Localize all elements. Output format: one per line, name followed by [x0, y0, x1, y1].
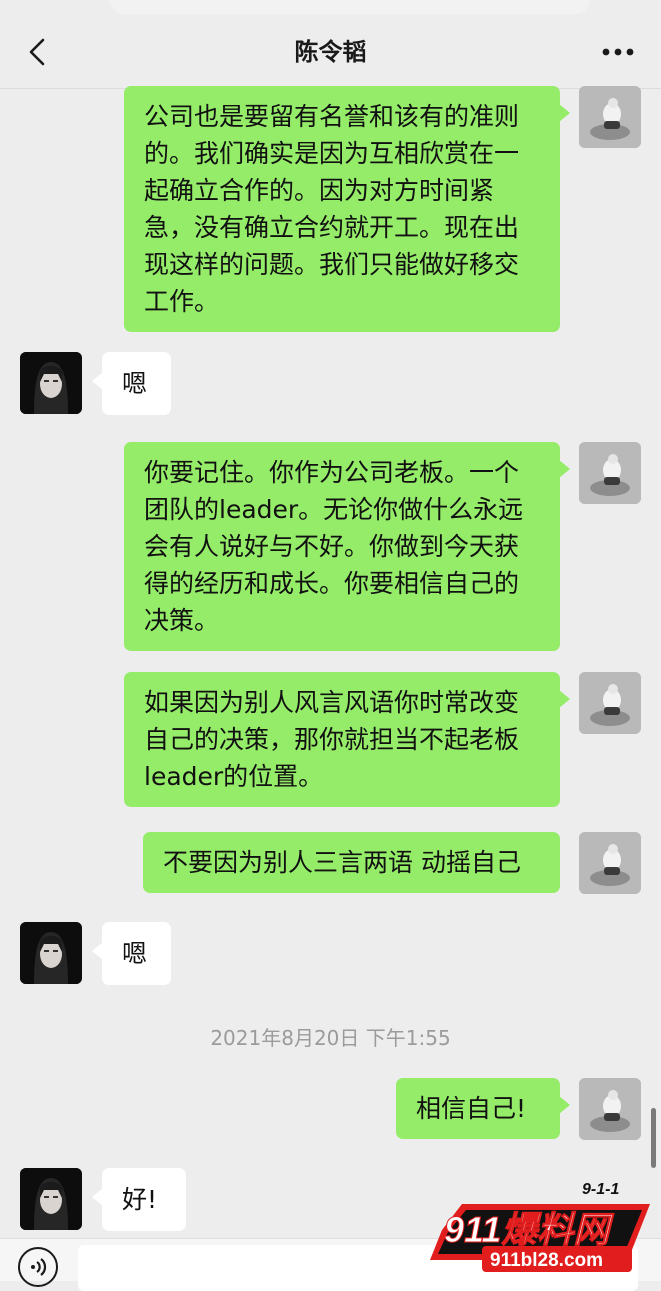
- more-dots-icon: [602, 48, 634, 56]
- my-avatar[interactable]: [579, 442, 641, 504]
- message-timestamp: 2021年8月20日 下午1:55: [210, 1026, 451, 1050]
- message-bubble-sent[interactable]: 不要因为别人三言两语 动摇自己: [143, 832, 560, 893]
- more-button[interactable]: [601, 40, 635, 64]
- my-avatar[interactable]: [579, 1078, 641, 1140]
- voice-button[interactable]: [18, 1247, 58, 1287]
- my-avatar[interactable]: [579, 832, 641, 894]
- my-avatar[interactable]: [579, 672, 641, 734]
- watermark-brand: 911爆料网: [444, 1209, 614, 1250]
- message-bubble-received[interactable]: 好!: [92, 1168, 186, 1231]
- my-avatar[interactable]: [579, 86, 641, 148]
- chat-header: 陈令韬: [0, 16, 661, 89]
- message-bubble-sent[interactable]: 你要记住。你作为公司老板。一个 团队的leader。无论你做什么永远 会有人说好…: [124, 442, 570, 651]
- watermark-url: 911bl28.com: [490, 1250, 603, 1271]
- watermark-logo: 911爆料网 911bl28.com 9-1-1: [430, 1181, 650, 1272]
- message-bubble-sent[interactable]: 相信自己!: [396, 1078, 570, 1139]
- contact-avatar[interactable]: [20, 352, 82, 414]
- contact-avatar[interactable]: [20, 922, 82, 984]
- message-bubble-received[interactable]: 嗯: [92, 352, 171, 415]
- chat-title: 陈令韬: [294, 38, 367, 66]
- message-bubble-received[interactable]: 嗯: [92, 922, 171, 985]
- watermark-badge: 9-1-1: [582, 1181, 619, 1198]
- scrollbar[interactable]: [651, 1108, 656, 1168]
- voice-icon: [31, 1258, 47, 1276]
- contact-avatar[interactable]: [20, 1168, 82, 1230]
- message-bubble-sent[interactable]: 如果因为别人风言风语你时常改变 自己的决策，那你就担当不起老板 leader的位…: [124, 672, 570, 807]
- message-bubble-sent[interactable]: 公司也是要留有名誉和该有的准则 的。我们确实是因为互相欣赏在一 起确立合作的。因…: [124, 86, 570, 332]
- status-bar: [0, 0, 661, 16]
